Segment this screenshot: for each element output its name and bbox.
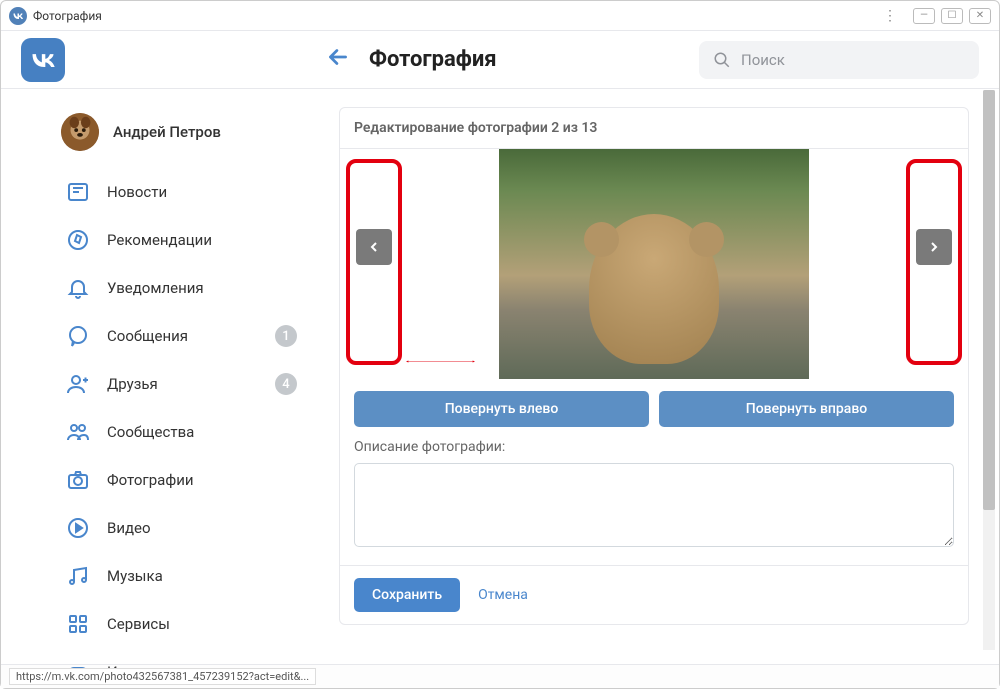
- save-button[interactable]: Сохранить: [354, 578, 460, 612]
- badge: 4: [275, 373, 297, 395]
- vk-favicon-icon: [9, 7, 27, 25]
- profile-link[interactable]: Андрей Петров: [61, 107, 301, 165]
- photo-editor-card: Редактирование фотографии 2 из 13: [339, 107, 969, 625]
- maximize-button[interactable]: ☐: [941, 8, 963, 24]
- photo-preview: [499, 149, 809, 379]
- grid-icon: [65, 611, 91, 637]
- sidebar-item-messages[interactable]: Сообщения 1: [61, 315, 301, 357]
- next-photo-button[interactable]: [916, 229, 952, 265]
- sidebar-item-label: Сообщения: [107, 327, 259, 345]
- sidebar-item-label: Новости: [107, 183, 297, 201]
- sidebar-item-notifications[interactable]: Уведомления: [61, 267, 301, 309]
- app-bar: Фотография Поиск: [1, 31, 999, 89]
- sidebar-item-music[interactable]: Музыка: [61, 555, 301, 597]
- window-controls: ⋮ — ☐ ✕: [883, 8, 991, 24]
- camera-icon: [65, 467, 91, 493]
- play-icon: [65, 515, 91, 541]
- prev-photo-button[interactable]: [356, 229, 392, 265]
- sidebar-item-friends[interactable]: Друзья 4: [61, 363, 301, 405]
- cancel-link[interactable]: Отмена: [478, 587, 528, 603]
- sidebar-item-label: Друзья: [107, 375, 259, 393]
- search-input[interactable]: Поиск: [699, 41, 979, 79]
- annotation-double-arrow-icon: [406, 360, 475, 363]
- scrollbar[interactable]: [983, 90, 995, 650]
- sidebar-item-news[interactable]: Новости: [61, 171, 301, 213]
- menu-dots-icon[interactable]: ⋮: [883, 8, 897, 24]
- sidebar-item-recommendations[interactable]: Рекомендации: [61, 219, 301, 261]
- sidebar-item-label: Уведомления: [107, 279, 297, 297]
- scrollbar-thumb[interactable]: [983, 90, 995, 510]
- user-icon: [65, 371, 91, 397]
- editor-heading: Редактирование фотографии 2 из 13: [340, 108, 968, 149]
- description-textarea[interactable]: [354, 463, 954, 547]
- bell-icon: [65, 275, 91, 301]
- sidebar-item-label: Музыка: [107, 567, 297, 585]
- sidebar-item-photos[interactable]: Фотографии: [61, 459, 301, 501]
- window-title-bar: Фотография ⋮ — ☐ ✕: [1, 1, 999, 31]
- rotate-right-button[interactable]: Повернуть вправо: [659, 391, 954, 427]
- music-icon: [65, 563, 91, 589]
- sidebar-item-label: Сообщества: [107, 423, 297, 441]
- newspaper-icon: [65, 179, 91, 205]
- sidebar-item-label: Рекомендации: [107, 231, 297, 249]
- description-label: Описание фотографии:: [354, 439, 954, 455]
- sidebar-item-label: Фотографии: [107, 471, 297, 489]
- minimize-button[interactable]: —: [913, 8, 935, 24]
- page-title: Фотография: [369, 47, 699, 72]
- users-icon: [65, 419, 91, 445]
- main-content: Редактирование фотографии 2 из 13: [321, 89, 999, 664]
- status-url: https://m.vk.com/photo432567381_45723915…: [9, 668, 316, 685]
- vk-logo-icon[interactable]: [21, 38, 65, 82]
- sidebar-item-label: Сервисы: [107, 615, 297, 633]
- search-icon: [713, 51, 731, 69]
- sidebar: Андрей Петров Новости Рекомендации Уведо…: [1, 89, 321, 664]
- close-button[interactable]: ✕: [969, 8, 991, 24]
- sidebar-item-video[interactable]: Видео: [61, 507, 301, 549]
- sidebar-item-services[interactable]: Сервисы: [61, 603, 301, 645]
- back-arrow-icon[interactable]: [325, 44, 351, 76]
- compass-icon: [65, 227, 91, 253]
- chat-icon: [65, 323, 91, 349]
- status-bar: https://m.vk.com/photo432567381_45723915…: [1, 664, 999, 688]
- badge: 1: [275, 325, 297, 347]
- photo-stage: [340, 149, 968, 379]
- sidebar-item-communities[interactable]: Сообщества: [61, 411, 301, 453]
- rotate-left-button[interactable]: Повернуть влево: [354, 391, 649, 427]
- search-placeholder: Поиск: [741, 51, 785, 69]
- window-title: Фотография: [33, 9, 883, 23]
- profile-name: Андрей Петров: [113, 123, 221, 141]
- avatar: [61, 113, 99, 151]
- sidebar-item-label: Видео: [107, 519, 297, 537]
